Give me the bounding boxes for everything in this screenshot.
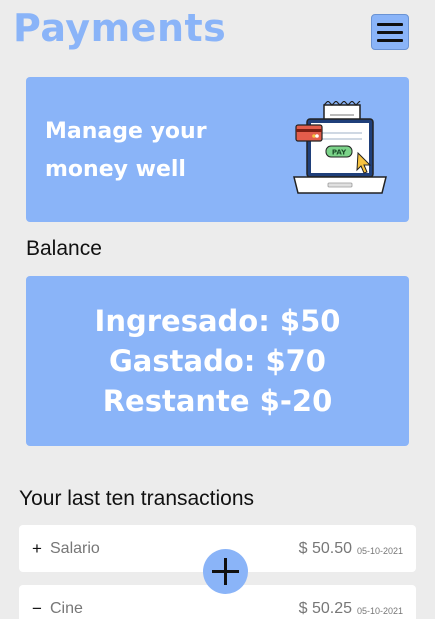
- menu-button[interactable]: [371, 14, 409, 50]
- balance-card: Ingresado: $50 Gastado: $70 Restante $-2…: [26, 276, 409, 446]
- transaction-date: 05-10-2021: [356, 546, 403, 556]
- hero-text: Manage your money well: [45, 119, 207, 182]
- pay-label: PAY: [332, 149, 347, 157]
- hero-card: Manage your money well PAY: [26, 77, 409, 222]
- income-sign: +: [32, 538, 42, 558]
- transaction-date: 05-10-2021: [356, 606, 403, 616]
- transaction-amount: $ 50.50: [298, 539, 352, 557]
- hamburger-menu-icon-bar: [377, 30, 403, 34]
- transactions-heading: Your last ten transactions: [19, 487, 255, 510]
- add-transaction-button[interactable]: [203, 549, 248, 594]
- hamburger-menu-icon-bar: [377, 38, 403, 42]
- expense-sign: −: [32, 598, 42, 618]
- ingresado-value: Ingresado: $50: [94, 304, 341, 338]
- restante-value: Restante $-20: [102, 384, 333, 418]
- transaction-name: Cine: [50, 599, 83, 617]
- hamburger-menu-icon: [377, 22, 403, 26]
- transaction-name: Salario: [50, 539, 100, 557]
- app-title: Payments: [13, 6, 227, 50]
- transaction-amount: $ 50.25: [298, 599, 352, 617]
- plus-icon-vertical: [224, 558, 227, 585]
- balance-heading: Balance: [26, 237, 102, 260]
- gastado-value: Gastado: $70: [109, 344, 326, 378]
- laptop-payment-icon: PAY: [293, 101, 387, 194]
